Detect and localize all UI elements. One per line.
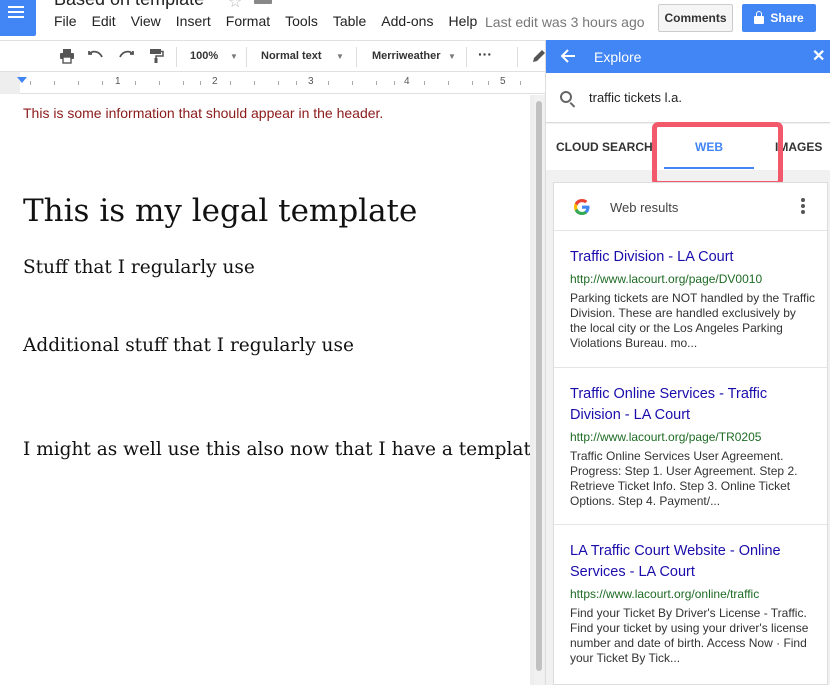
document-paragraph[interactable]: Additional stuff that I regularly use xyxy=(23,335,354,356)
document-title[interactable]: Based on template xyxy=(54,0,204,10)
explore-search-bar[interactable]: traffic tickets l.a. xyxy=(546,73,830,123)
ruler-margin xyxy=(0,72,20,94)
style-caret-icon[interactable]: ▼ xyxy=(336,52,344,61)
menu-edit[interactable]: Edit xyxy=(92,13,116,29)
menu-view[interactable]: View xyxy=(131,13,161,29)
ruler-number: 3 xyxy=(308,76,314,87)
document-heading[interactable]: This is my legal template xyxy=(23,193,417,229)
result-title-link[interactable]: Traffic Online Services - Traffic Divisi… xyxy=(570,384,815,426)
tab-cloud-search[interactable]: CLOUD SEARCH xyxy=(556,140,653,154)
explore-panel: Explore ✕ traffic tickets l.a. CLOUD SEA… xyxy=(545,40,830,685)
zoom-select[interactable]: 100% xyxy=(190,50,218,62)
toolbar-divider xyxy=(466,47,467,67)
star-icon[interactable]: ☆ xyxy=(228,0,242,12)
formatting-toolbar: 100% ▼ Normal text ▼ Merriweather ▼ ··· xyxy=(0,40,545,72)
comments-button[interactable]: Comments xyxy=(658,4,733,32)
font-select[interactable]: Merriweather xyxy=(372,50,440,62)
ruler-number: 4 xyxy=(404,76,410,87)
menu-tools[interactable]: Tools xyxy=(285,13,318,29)
document-paragraph[interactable]: I might as well use this also now that I… xyxy=(23,439,530,460)
explore-search-input[interactable]: traffic tickets l.a. xyxy=(589,90,682,105)
docs-logo-icon[interactable] xyxy=(0,0,36,36)
indent-marker-icon[interactable] xyxy=(17,77,27,83)
menu-bar: File Edit View Insert Format Tools Table… xyxy=(54,13,492,29)
search-result[interactable]: LA Traffic Court Website - Online Servic… xyxy=(554,525,827,684)
highlight-annotation xyxy=(652,122,783,186)
close-icon[interactable]: ✕ xyxy=(812,46,825,66)
ruler: 1 2 3 4 5 xyxy=(0,72,545,94)
document-scroll-thumb[interactable] xyxy=(536,101,542,671)
result-title-link[interactable]: LA Traffic Court Website - Online Servic… xyxy=(570,541,815,583)
lock-icon xyxy=(754,10,765,24)
google-g-icon xyxy=(573,198,591,216)
result-title-link[interactable]: Traffic Division - LA Court xyxy=(570,247,815,268)
menu-insert[interactable]: Insert xyxy=(176,13,211,29)
toolbar-divider xyxy=(246,47,247,67)
toolbar-divider xyxy=(356,47,357,67)
result-url: http://www.lacourt.org/page/DV0010 xyxy=(570,272,763,286)
more-tools-button[interactable]: ··· xyxy=(478,46,492,62)
comments-button-label: Comments xyxy=(664,11,727,25)
share-button-label: Share xyxy=(770,11,804,25)
document-canvas: This is some information that should app… xyxy=(0,95,545,685)
result-snippet: Find your Ticket By Driver's License - T… xyxy=(570,606,809,665)
ruler-number: 2 xyxy=(212,76,218,87)
more-vert-icon[interactable] xyxy=(800,197,806,215)
redo-icon[interactable] xyxy=(118,48,134,64)
search-icon[interactable] xyxy=(560,91,572,103)
undo-icon[interactable] xyxy=(88,48,104,64)
folder-icon[interactable] xyxy=(254,0,272,4)
result-url: https://www.lacourt.org/online/traffic xyxy=(570,587,760,601)
web-results-header: Web results xyxy=(554,183,827,231)
search-result[interactable]: Traffic Division - LA Court http://www.l… xyxy=(554,231,827,368)
font-caret-icon[interactable]: ▼ xyxy=(448,52,456,61)
menu-file[interactable]: File xyxy=(54,13,77,29)
menu-help[interactable]: Help xyxy=(448,13,477,29)
last-edit-status[interactable]: Last edit was 3 hours ago xyxy=(485,14,645,30)
page-header-text[interactable]: This is some information that should app… xyxy=(23,105,383,121)
top-bar: Based on template ☆ File Edit View Inser… xyxy=(0,0,830,40)
web-results-card: Web results Traffic Division - LA Court … xyxy=(553,182,828,685)
share-button[interactable]: Share xyxy=(742,4,816,32)
result-snippet: Parking tickets are NOT handled by the T… xyxy=(570,291,816,350)
ruler-number: 1 xyxy=(115,76,121,87)
ruler-number: 5 xyxy=(500,76,506,87)
toolbar-divider xyxy=(517,47,518,67)
menu-format[interactable]: Format xyxy=(226,13,270,29)
paint-format-icon[interactable] xyxy=(148,48,164,64)
paragraph-style-select[interactable]: Normal text xyxy=(261,50,322,62)
toolbar-divider xyxy=(176,47,177,67)
web-results-label: Web results xyxy=(610,200,679,215)
result-snippet: Traffic Online Services User Agreement. … xyxy=(570,449,798,508)
search-result[interactable]: Traffic Online Services - Traffic Divisi… xyxy=(554,368,827,525)
result-url: http://www.lacourt.org/page/TR0205 xyxy=(570,430,762,444)
explore-title: Explore xyxy=(594,49,642,65)
zoom-caret-icon[interactable]: ▼ xyxy=(230,52,238,61)
menu-table[interactable]: Table xyxy=(333,13,366,29)
explore-header: Explore ✕ xyxy=(546,40,830,73)
back-arrow-icon[interactable] xyxy=(560,45,576,69)
print-icon[interactable] xyxy=(59,48,75,64)
document-page[interactable]: This is some information that should app… xyxy=(0,95,530,685)
menu-add-ons[interactable]: Add-ons xyxy=(381,13,433,29)
document-paragraph[interactable]: Stuff that I regularly use xyxy=(23,257,255,278)
